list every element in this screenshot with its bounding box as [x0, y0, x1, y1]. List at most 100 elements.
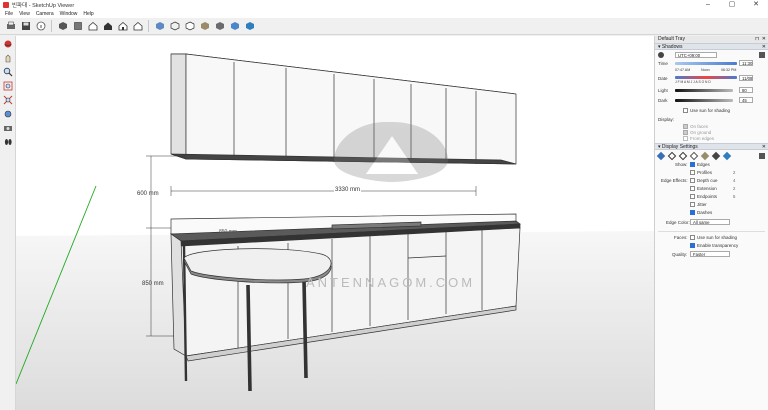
watermark-text: ANTENNAGOM.COM — [306, 275, 476, 290]
style-textured-icon[interactable] — [700, 151, 710, 161]
shadow-toggle-icon[interactable] — [658, 52, 664, 58]
style-wireframe-icon[interactable] — [667, 151, 677, 161]
shaded-texture-icon[interactable] — [214, 20, 226, 32]
endpoints-value[interactable]: 5 — [733, 194, 735, 199]
front-view-icon[interactable] — [87, 20, 99, 32]
expand-icon[interactable] — [759, 153, 765, 159]
style-blue-icon[interactable] — [722, 151, 732, 161]
edge-color-select[interactable]: All same — [690, 219, 730, 225]
app-icon — [3, 2, 9, 8]
dimension-width-label: 3330 mm — [334, 187, 362, 193]
dark-row: Dark 45 — [655, 96, 768, 106]
menu-help[interactable]: Help — [83, 11, 93, 17]
style-mono-icon[interactable] — [711, 151, 721, 161]
expand-icon[interactable] — [759, 52, 765, 58]
endpoints-checkbox[interactable] — [690, 194, 695, 199]
quality-label: Quality: — [672, 252, 688, 257]
title-bar: 빈파대 - SketchUp Viewer – ▢ ✕ — [0, 0, 768, 10]
show-edges-row: Show: Edges — [655, 161, 768, 169]
maximize-button[interactable]: ▢ — [720, 0, 744, 10]
extension-value[interactable]: 2 — [733, 186, 735, 191]
dark-label: Dark — [658, 98, 668, 103]
time-start-label: 07:47 AM — [675, 68, 691, 72]
date-value-field[interactable]: 11/08 — [739, 75, 753, 81]
menu-window[interactable]: Window — [60, 11, 78, 17]
from-edges-label: From edges — [690, 136, 715, 141]
zoom-window-icon[interactable] — [2, 80, 14, 92]
faces-use-sun-checkbox[interactable] — [690, 235, 695, 240]
transparency-label: Enable transparency — [697, 243, 739, 248]
shaded-icon[interactable] — [199, 20, 211, 32]
timezone-select[interactable]: UTC+09:00 — [675, 52, 717, 58]
transparency-checkbox[interactable] — [690, 243, 695, 248]
shadows-panel-header[interactable]: ▾ Shadows ✕ — [655, 43, 768, 50]
print-icon[interactable] — [5, 20, 17, 32]
dark-slider[interactable] — [675, 99, 733, 102]
use-sun-checkbox[interactable] — [683, 108, 688, 113]
right-view-icon[interactable] — [102, 20, 114, 32]
endpoints-row: Endpoints 5 — [655, 193, 768, 201]
tray-close-icon[interactable]: ✕ — [762, 36, 766, 43]
zoom-extents-icon[interactable] — [2, 94, 14, 106]
style-hidden-icon[interactable] — [678, 151, 688, 161]
time-value-field[interactable]: 11:30 — [739, 60, 753, 66]
time-slider[interactable] — [675, 62, 737, 65]
xray-icon[interactable] — [154, 20, 166, 32]
left-view-icon[interactable] — [132, 20, 144, 32]
app-window: 빈파대 - SketchUp Viewer – ▢ ✕ File View Ca… — [0, 0, 768, 410]
jitter-checkbox[interactable] — [690, 202, 695, 207]
back-view-icon[interactable] — [117, 20, 129, 32]
style-icon[interactable] — [244, 20, 256, 32]
edge-color-row: Edge Color: All same — [655, 217, 768, 229]
depth-cue-checkbox[interactable] — [690, 178, 695, 183]
menu-file[interactable]: File — [5, 11, 13, 17]
depth-cue-value[interactable]: 4 — [733, 178, 735, 183]
walk-icon[interactable] — [2, 136, 14, 148]
from-edges-checkbox[interactable] — [683, 136, 688, 141]
from-edges-row: From edges — [655, 136, 768, 143]
save-icon[interactable] — [20, 20, 32, 32]
jitter-row: Jitter — [655, 201, 768, 209]
window-title: 빈파대 - SketchUp Viewer — [12, 3, 75, 9]
hidden-line-icon[interactable] — [184, 20, 196, 32]
model-viewport[interactable]: 3330 mm 600 mm 850 mm 850 mm ANTENNAGOM.… — [16, 36, 654, 410]
on-faces-checkbox[interactable] — [683, 124, 688, 129]
tray-pin-icon[interactable]: ⊓ — [755, 36, 759, 43]
faces-sun-row: Faces: Use sun for shading — [655, 234, 768, 242]
extension-checkbox[interactable] — [690, 186, 695, 191]
transparency-row: Enable transparency — [655, 242, 768, 250]
profiles-checkbox[interactable] — [690, 170, 695, 175]
toolbar-separator — [148, 20, 149, 32]
style-xray-icon[interactable] — [656, 151, 666, 161]
quality-select[interactable]: Faster — [690, 251, 730, 257]
monochrome-icon[interactable] — [229, 20, 241, 32]
display-row: Display: — [655, 116, 768, 124]
menu-view[interactable]: View — [19, 11, 30, 17]
date-slider[interactable] — [675, 76, 737, 79]
edges-checkbox[interactable] — [690, 162, 695, 167]
display-settings-panel-header[interactable]: ▾ Display Settings ✕ — [655, 143, 768, 150]
light-value-field[interactable]: 80 — [739, 87, 753, 93]
on-ground-checkbox[interactable] — [683, 130, 688, 135]
minimize-button[interactable]: – — [696, 0, 720, 10]
menu-camera[interactable]: Camera — [36, 11, 54, 17]
look-around-icon[interactable] — [2, 108, 14, 120]
zoom-icon[interactable] — [2, 66, 14, 78]
dashes-checkbox[interactable] — [690, 210, 695, 215]
pan-icon[interactable] — [2, 52, 14, 64]
position-camera-icon[interactable] — [2, 122, 14, 134]
info-icon[interactable] — [35, 20, 47, 32]
iso-view-icon[interactable] — [57, 20, 69, 32]
close-button[interactable]: ✕ — [744, 0, 768, 10]
edge-color-label: Edge Color: — [666, 220, 690, 225]
light-slider[interactable] — [675, 89, 733, 92]
profiles-value[interactable]: 2 — [733, 170, 735, 175]
top-view-icon[interactable] — [72, 20, 84, 32]
depth-cue-row: Edge Effects: Depth cue 4 — [655, 177, 768, 185]
dark-value-field[interactable]: 45 — [739, 97, 753, 103]
extension-row: Extension 2 — [655, 185, 768, 193]
wireframe-icon[interactable] — [169, 20, 181, 32]
style-shaded-icon[interactable] — [689, 151, 699, 161]
orbit-icon[interactable] — [2, 38, 14, 50]
style-thumbnails-row — [655, 150, 768, 161]
